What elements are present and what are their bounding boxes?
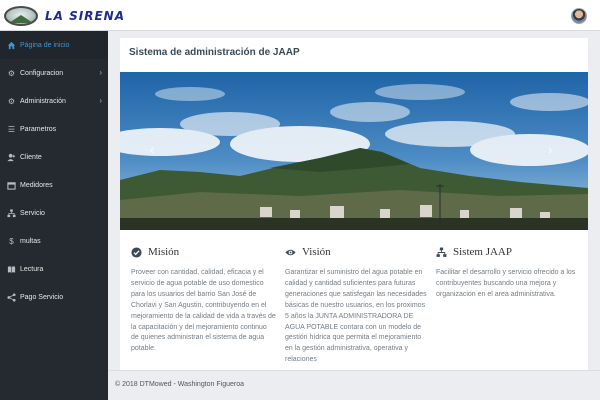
sidebar-item-label: Lectura bbox=[20, 265, 44, 273]
check-circle-icon bbox=[131, 246, 142, 258]
footer-copyright: © 2018 DTMowed - Washington Figueroa bbox=[115, 381, 245, 388]
section-vision: Visión Garantizar el suministro del agua… bbox=[285, 244, 430, 366]
section-heading: Visión bbox=[302, 246, 331, 258]
carousel-next-arrow[interactable]: › bbox=[548, 142, 552, 157]
main-content: Sistema de administración de JAAP ‹ › Mi… bbox=[108, 31, 600, 370]
sidebar-item-label: Pago Servicio bbox=[20, 293, 64, 301]
book-icon bbox=[7, 265, 16, 274]
chevron-right-icon: › bbox=[99, 68, 102, 77]
home-icon bbox=[7, 41, 16, 50]
sidebar-item-servicio[interactable]: Servicio bbox=[0, 199, 108, 227]
chevron-right-icon: › bbox=[99, 96, 102, 105]
user-plus-icon bbox=[7, 153, 16, 162]
section-heading: Sistem JAAP bbox=[453, 246, 512, 258]
sidebar-item-label: Página de inicio bbox=[20, 41, 70, 49]
box-icon bbox=[7, 181, 16, 190]
section-text: Facilitar el desarrollo y servicio ofrec… bbox=[436, 269, 576, 298]
section-heading: Misión bbox=[148, 246, 180, 258]
sidebar-item-configuracion[interactable]: ⚙ Configuracion › bbox=[0, 59, 108, 87]
section-mision: Misión Proveer con cantidad, calidad, ef… bbox=[131, 244, 276, 355]
sidebar-item-multas[interactable]: $ multas bbox=[0, 227, 108, 255]
hero-image bbox=[120, 72, 588, 230]
sidebar-item-administracion[interactable]: ⚙ Administración › bbox=[0, 87, 108, 115]
sidebar-item-label: Parametros bbox=[20, 125, 57, 133]
sidebar-item-pago-servicio[interactable]: Pago Servicio bbox=[0, 283, 108, 311]
carousel-prev-arrow[interactable]: ‹ bbox=[150, 142, 154, 157]
brand-name[interactable]: LA SIRENA bbox=[45, 9, 125, 23]
content-card: Sistema de administración de JAAP ‹ › Mi… bbox=[120, 38, 588, 370]
share-icon bbox=[7, 292, 16, 302]
logo-icon[interactable] bbox=[4, 6, 38, 26]
sidebar-item-label: Administración bbox=[20, 97, 66, 105]
sidebar-item-cliente[interactable]: Cliente bbox=[0, 143, 108, 171]
sidebar-item-home[interactable]: Página de inicio bbox=[0, 31, 108, 59]
sidebar-item-label: Cliente bbox=[20, 153, 42, 161]
sidebar-item-parametros[interactable]: ☰ Parametros bbox=[0, 115, 108, 143]
sidebar-item-lectura[interactable]: Lectura bbox=[0, 255, 108, 283]
sidebar-item-label: Servicio bbox=[20, 209, 45, 217]
sidebar-item-label: Medidores bbox=[20, 181, 53, 189]
eye-icon bbox=[285, 247, 296, 258]
dollar-icon: $ bbox=[9, 236, 14, 246]
list-icon: ☰ bbox=[7, 124, 16, 134]
hero-carousel[interactable]: ‹ › bbox=[120, 72, 588, 230]
section-text: Garantizar el suministro del agua potabl… bbox=[285, 269, 427, 364]
sidebar-item-label: Configuracion bbox=[20, 69, 64, 77]
sidebar-item-medidores[interactable]: Medidores bbox=[0, 171, 108, 199]
sidebar: Página de inicio ⚙ Configuracion › ⚙ Adm… bbox=[0, 31, 108, 400]
sitemap-icon bbox=[7, 208, 16, 218]
sitemap-icon bbox=[436, 247, 447, 258]
footer: © 2018 DTMowed - Washington Figueroa bbox=[108, 370, 600, 400]
section-text: Proveer con cantidad, calidad, eficacia … bbox=[131, 269, 276, 353]
gear-icon: ⚙ bbox=[7, 96, 16, 106]
gear-icon: ⚙ bbox=[7, 68, 16, 78]
page-title: Sistema de administración de JAAP bbox=[129, 47, 300, 58]
user-avatar[interactable] bbox=[571, 8, 587, 24]
top-bar: LA SIRENA bbox=[0, 0, 600, 31]
sidebar-item-label: multas bbox=[20, 237, 41, 245]
section-sistem-jaap: Sistem JAAP Facilitar el desarrollo y se… bbox=[436, 244, 578, 301]
